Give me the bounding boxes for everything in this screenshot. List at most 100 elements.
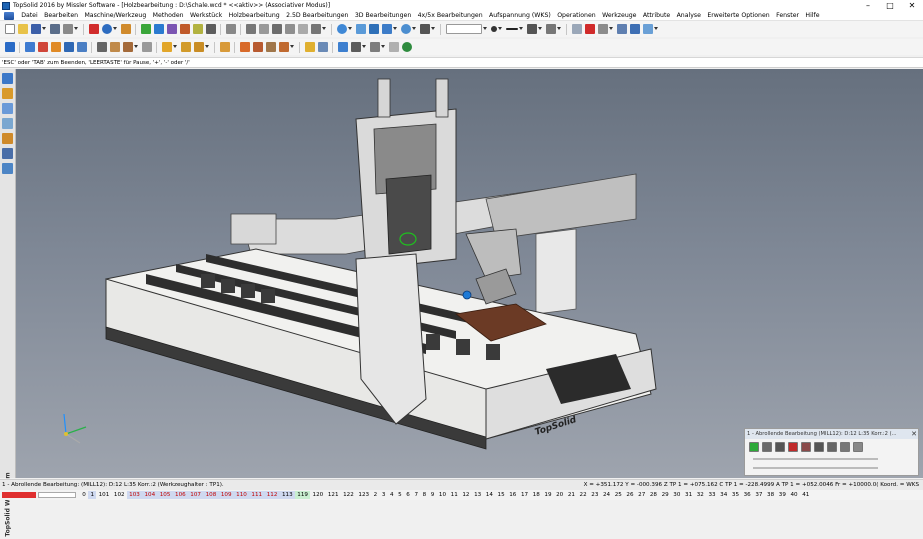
chevron-down-icon[interactable] [393,27,397,31]
operation-number[interactable]: 37 [753,491,765,499]
save-icon[interactable] [30,24,41,34]
operation-number[interactable]: 105 [157,491,173,499]
new-file-icon[interactable] [4,24,15,34]
hatch-icon[interactable] [545,24,556,34]
operation-number[interactable]: 25 [612,491,624,499]
help-icon[interactable] [401,42,412,52]
operation-number[interactable]: 112 [264,491,280,499]
panel-close-button[interactable]: ✕ [910,429,918,439]
shading-icon[interactable] [584,24,595,34]
axis-icon[interactable] [141,42,152,52]
orbit-icon[interactable] [400,24,411,34]
menu-item[interactable]: 2.5D Bearbeitungen [283,11,352,21]
operation-number[interactable]: 15 [495,491,507,499]
zoom-icon[interactable] [336,24,347,34]
nc-output-icon[interactable] [337,42,348,52]
operation-number[interactable]: 0 [80,491,88,499]
print-preview-icon[interactable] [629,24,640,34]
operation-number[interactable]: 101 [96,491,111,499]
tools-icon[interactable] [166,24,177,34]
tree-icon[interactable] [2,73,13,84]
scissors-icon[interactable] [225,24,236,34]
operation-number[interactable]: 107 [188,491,204,499]
workpiece-icon[interactable] [50,42,61,52]
menu-item[interactable]: Aufspannung (WKS) [486,11,554,21]
tool-icon[interactable] [37,42,48,52]
operation-number[interactable]: 20 [554,491,566,499]
chevron-down-icon[interactable] [412,27,416,31]
operation-number[interactable]: 38 [765,491,777,499]
chevron-down-icon[interactable] [322,27,326,31]
position-slider[interactable] [753,467,878,469]
chevron-down-icon[interactable] [483,27,487,31]
menu-item[interactable]: Bearbeiten [41,11,81,21]
line-style-icon[interactable] [505,28,518,30]
chevron-down-icon[interactable] [74,27,78,31]
rolling-machining-icon[interactable] [278,42,289,52]
operation-number[interactable]: 41 [800,491,812,499]
operation-number[interactable]: 34 [718,491,730,499]
frame-icon[interactable] [219,42,230,52]
rewind-icon[interactable] [775,442,785,452]
operation-number[interactable]: 123 [356,491,371,499]
binoculars-icon[interactable] [153,24,164,34]
operation-number[interactable]: 1 [88,491,97,499]
sequence-icon[interactable] [369,42,380,52]
chevron-down-icon[interactable] [362,45,366,49]
operation-number[interactable]: 9 [428,491,436,499]
menu-item[interactable]: Methoden [149,11,186,21]
operation-number[interactable]: 6 [404,491,412,499]
fixture-icon[interactable] [76,42,87,52]
maximize-button[interactable]: □ [879,0,901,11]
box-icon[interactable] [2,148,13,159]
operation-number[interactable]: 29 [659,491,671,499]
operation-number[interactable]: 113 [279,491,295,499]
gantry-icon[interactable] [96,42,107,52]
menu-item[interactable]: Holzbearbeitung [225,11,283,21]
operation-number[interactable]: 24 [601,491,613,499]
operation-number[interactable]: 30 [671,491,683,499]
speed-slider[interactable] [753,458,878,460]
menu-item[interactable]: Fenster [773,11,802,21]
chevron-down-icon[interactable] [538,27,542,31]
step-back-icon[interactable] [762,442,772,452]
chevron-down-icon[interactable] [173,45,177,49]
operation-number[interactable]: 121 [326,491,341,499]
options-icon[interactable] [642,24,653,34]
minimize-button[interactable]: – [857,0,879,11]
eraser-icon[interactable] [120,24,131,34]
operation-number[interactable]: 14 [484,491,496,499]
operation-number[interactable]: 110 [233,491,250,499]
operation-number[interactable]: 32 [694,491,706,499]
pan-icon[interactable] [381,24,392,34]
operation-number[interactable]: 2 [371,491,379,499]
layer-selector[interactable] [445,24,482,34]
play-icon[interactable] [749,442,759,452]
operation-number[interactable]: 102 [112,491,127,499]
chevron-down-icon[interactable] [381,45,385,49]
chevron-down-icon[interactable] [42,27,46,31]
drill-icon[interactable] [109,42,120,52]
groove-icon[interactable] [193,42,204,52]
step-forward-icon[interactable] [827,442,837,452]
operation-icon[interactable] [24,42,35,52]
chevron-down-icon[interactable] [348,27,352,31]
zoom-window-icon[interactable] [355,24,366,34]
open-folder-icon[interactable] [17,24,28,34]
drawing-icon[interactable] [2,88,13,99]
delete-icon[interactable] [88,24,99,34]
operation-number[interactable]: 13 [472,491,484,499]
operation-number[interactable]: 5 [396,491,404,499]
operation-number[interactable]: 26 [624,491,636,499]
close-button[interactable]: ✕ [901,0,923,11]
surfacing-icon[interactable] [265,42,276,52]
menu-item[interactable]: 4x/5x Bearbeitungen [414,11,485,21]
menu-item[interactable]: 3D Bearbeitungen [352,11,415,21]
end-icon[interactable] [853,442,863,452]
network-icon[interactable] [2,163,13,174]
saw-icon[interactable] [122,42,133,52]
line-weight-icon[interactable] [526,24,537,34]
document-icon[interactable] [4,11,14,20]
menu-item[interactable]: Maschine/Werkzeug [81,11,149,21]
chevron-down-icon[interactable] [654,27,658,31]
